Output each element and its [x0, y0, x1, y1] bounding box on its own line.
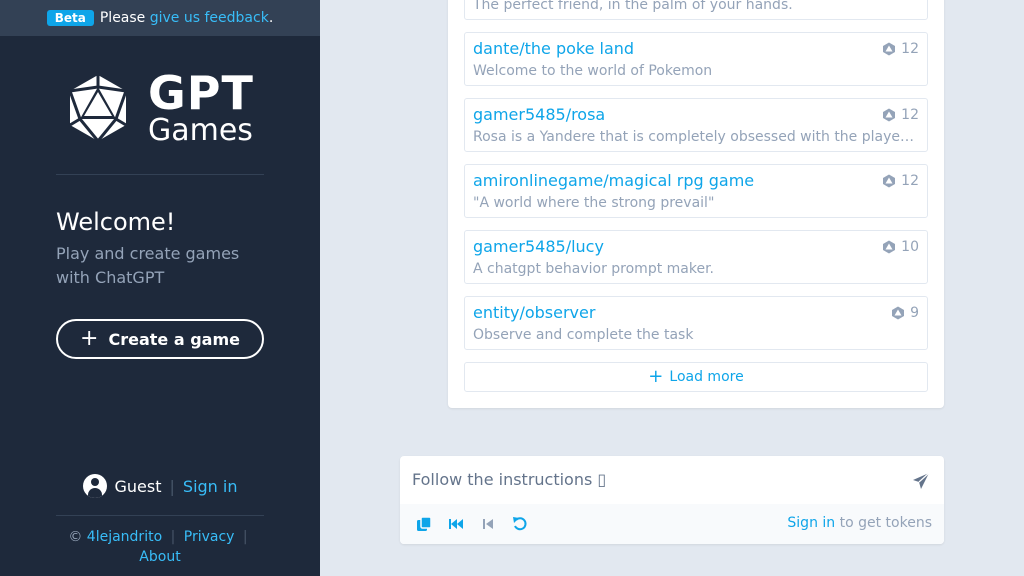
fast-backward-icon[interactable] — [447, 515, 465, 533]
load-more-button[interactable]: + Load more — [464, 362, 928, 392]
copyright-symbol: © — [68, 529, 83, 545]
paper-plane-icon[interactable] — [912, 472, 930, 490]
separator: | — [170, 529, 176, 545]
game-description: Observe and complete the task — [473, 327, 694, 343]
game-card[interactable]: dante/the poke land 12 Welcome to the wo… — [464, 32, 928, 86]
author-link[interactable]: 4lejandrito — [87, 529, 162, 545]
game-title[interactable]: dante/the poke land — [473, 39, 634, 58]
feedback-link[interactable]: give us feedback — [150, 10, 269, 26]
user-name: Guest — [114, 476, 162, 496]
beta-suffix: . — [268, 10, 274, 26]
create-game-label: Create a game — [108, 329, 240, 349]
beta-bar: Beta Please give us feedback. — [0, 0, 320, 36]
welcome-subtitle: Play and create games with ChatGPT — [56, 244, 240, 287]
play-count: 12 — [882, 41, 919, 57]
game-title[interactable]: gamer5485/lucy — [473, 237, 604, 256]
create-game-button[interactable]: + Create a game — [56, 319, 264, 359]
privacy-link[interactable]: Privacy — [184, 529, 235, 545]
prompt-box: Follow the instructions ▯ Sign in to get… — [400, 456, 944, 544]
play-count-value: 12 — [901, 173, 919, 189]
game-title[interactable]: amironlinegame/magical rpg game — [473, 171, 754, 190]
game-description: "A world where the strong prevail" — [473, 195, 715, 211]
play-count: 9 — [891, 305, 919, 321]
game-description: The perfect friend, in the palm of your … — [473, 0, 793, 13]
beta-prefix: Please — [99, 10, 146, 26]
beta-badge: Beta — [46, 10, 94, 26]
plus-icon: + — [80, 326, 99, 351]
game-description: Welcome to the world of Pokemon — [473, 63, 713, 79]
sidebar-signin-link[interactable]: Sign in — [183, 477, 238, 496]
game-title[interactable]: gamer5485/rosa — [473, 105, 605, 124]
play-count-value: 12 — [901, 107, 919, 123]
user-avatar-icon — [82, 474, 107, 498]
dice-icon — [883, 240, 896, 254]
prompt-signin-link[interactable]: Sign in — [787, 515, 835, 531]
load-more-label: Load more — [669, 369, 744, 385]
logo[interactable]: GPT Games — [66, 70, 254, 146]
welcome-title: Welcome! — [56, 208, 176, 236]
play-count-value: 9 — [910, 305, 919, 321]
game-card[interactable]: The perfect friend, in the palm of your … — [464, 0, 928, 20]
play-count: 12 — [882, 173, 919, 189]
game-title[interactable]: entity/observer — [473, 303, 595, 322]
prompt-input[interactable]: Follow the instructions ▯ — [412, 470, 606, 489]
plus-icon: + — [648, 366, 664, 387]
logo-gpt: GPT — [148, 66, 254, 120]
play-count-value: 10 — [901, 239, 919, 255]
play-count: 10 — [882, 239, 919, 255]
game-card[interactable]: entity/observer 9 Observe and complete t… — [464, 296, 928, 350]
game-card[interactable]: gamer5485/lucy 10 A chatgpt behavior pro… — [464, 230, 928, 284]
divider — [56, 515, 264, 516]
logo-games: Games — [148, 113, 253, 148]
about-link[interactable]: About — [139, 549, 180, 565]
play-count-value: 12 — [901, 41, 919, 57]
welcome-section: Welcome! Play and create games with Chat… — [56, 208, 256, 290]
sidebar: Beta Please give us feedback. GPT Games … — [0, 0, 320, 576]
dice-icon — [883, 174, 896, 188]
dice-icon — [883, 108, 896, 122]
game-card[interactable]: amironlinegame/magical rpg game 12 "A wo… — [464, 164, 928, 218]
separator: | — [242, 529, 248, 545]
game-description: A chatgpt behavior prompt maker. — [473, 261, 715, 277]
undo-icon[interactable] — [511, 515, 529, 533]
dice-icon — [883, 42, 896, 56]
footer: © 4lejandrito | Privacy | About — [0, 527, 320, 567]
divider — [56, 174, 264, 175]
tokens-suffix: to get tokens — [839, 515, 932, 531]
step-backward-icon[interactable] — [479, 515, 497, 533]
game-card[interactable]: gamer5485/rosa 12 Rosa is a Yandere that… — [464, 98, 928, 152]
prompt-toolbar: Sign in to get tokens — [400, 504, 944, 544]
separator: | — [169, 476, 175, 496]
logo-text: GPT Games — [148, 70, 254, 146]
tokens-note: Sign in to get tokens — [787, 515, 932, 531]
user-row: Guest | Sign in — [0, 474, 320, 498]
d20-dice-icon — [68, 75, 128, 142]
copy-icon[interactable] — [415, 515, 433, 533]
dice-icon — [892, 306, 905, 320]
game-description: Rosa is a Yandere that is completely obs… — [473, 129, 917, 145]
play-count: 12 — [882, 107, 919, 123]
